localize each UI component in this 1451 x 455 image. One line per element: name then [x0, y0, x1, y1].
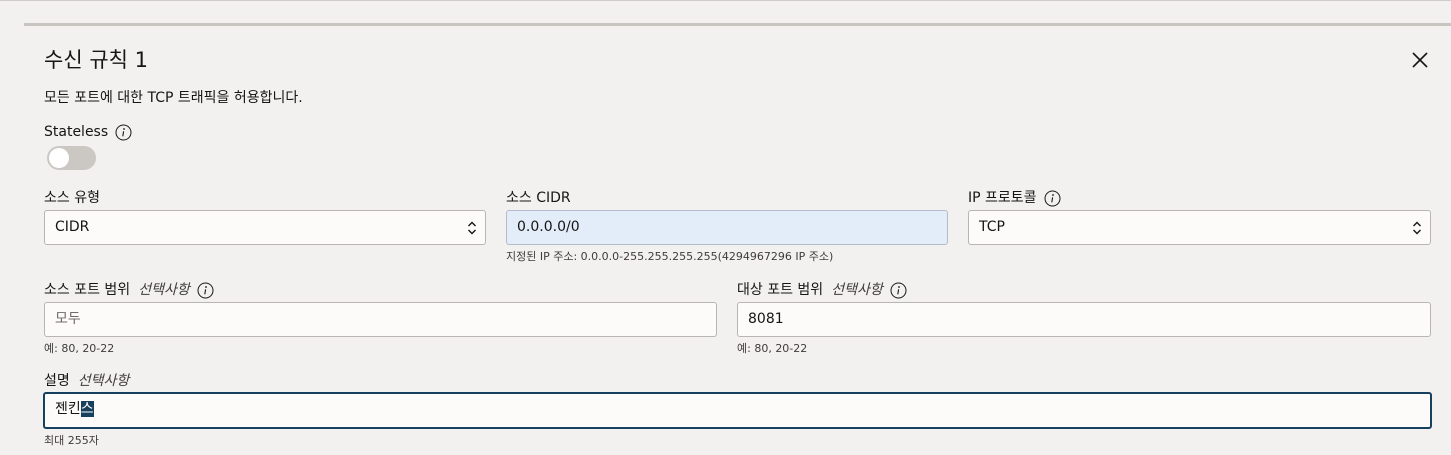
source-cidr-label: 소스 CIDR — [506, 188, 571, 208]
stateless-toggle[interactable] — [47, 146, 96, 170]
chevron-updown-icon — [1413, 221, 1421, 235]
stateless-label: Stateless — [44, 122, 132, 142]
source-type-label-text: 소스 유형 — [44, 190, 100, 206]
dialog-title: 수신 규칙 1 — [44, 48, 148, 72]
info-icon[interactable] — [1044, 190, 1061, 207]
dest-port-label-text: 대상 포트 범위 — [737, 282, 824, 298]
description-selected-text: 스 — [80, 401, 94, 417]
dest-port-hint: 예: 80, 20-22 — [737, 342, 808, 355]
source-type-label: 소스 유형 — [44, 188, 100, 208]
dest-port-input[interactable]: 8081 — [737, 302, 1431, 337]
source-port-placeholder: 모두 — [55, 311, 81, 327]
source-cidr-input[interactable]: 0.0.0.0/0 — [506, 210, 948, 245]
ip-protocol-value: TCP — [979, 219, 1005, 235]
close-icon — [1412, 52, 1428, 68]
source-port-input[interactable]: 모두 — [44, 302, 717, 337]
source-cidr-hint: 지정된 IP 주소: 0.0.0.0-255.255.255.255(42949… — [506, 250, 834, 263]
info-icon[interactable] — [890, 282, 907, 299]
optional-label: 선택사항 — [77, 373, 130, 389]
optional-label: 선택사항 — [831, 282, 883, 298]
description-value: 젠킨 — [55, 401, 81, 417]
source-cidr-value: 0.0.0.0/0 — [517, 219, 580, 235]
info-icon[interactable] — [197, 282, 214, 299]
source-port-hint: 예: 80, 20-22 — [44, 342, 115, 355]
description-input[interactable]: 젠킨스 — [43, 392, 1432, 429]
source-port-label-text: 소스 포트 범위 — [44, 282, 131, 298]
info-icon[interactable] — [115, 124, 132, 141]
chevron-updown-icon — [468, 221, 476, 235]
ip-protocol-label-text: IP 프로토콜 — [968, 190, 1037, 206]
window-top-edge — [0, 0, 1451, 1]
source-type-select[interactable]: CIDR — [44, 210, 486, 245]
stateless-label-text: Stateless — [44, 124, 109, 140]
source-cidr-label-text: 소스 CIDR — [506, 190, 571, 206]
description-label: 설명 선택사항 — [44, 371, 129, 391]
ip-protocol-label: IP 프로토콜 — [968, 188, 1061, 208]
dest-port-label: 대상 포트 범위 선택사항 — [737, 280, 907, 300]
ip-protocol-select[interactable]: TCP — [968, 210, 1431, 245]
toggle-knob — [49, 148, 69, 168]
rule-description: 모든 포트에 대한 TCP 트래픽을 허용합니다. — [44, 90, 303, 106]
panel-divider — [24, 23, 1451, 26]
optional-label: 선택사항 — [138, 282, 190, 298]
dest-port-value: 8081 — [748, 311, 784, 327]
close-button[interactable] — [1408, 48, 1432, 72]
description-hint: 최대 255자 — [44, 434, 99, 447]
source-port-label: 소스 포트 범위 선택사항 — [44, 280, 214, 300]
description-label-text: 설명 — [44, 373, 70, 389]
source-type-value: CIDR — [55, 219, 90, 235]
